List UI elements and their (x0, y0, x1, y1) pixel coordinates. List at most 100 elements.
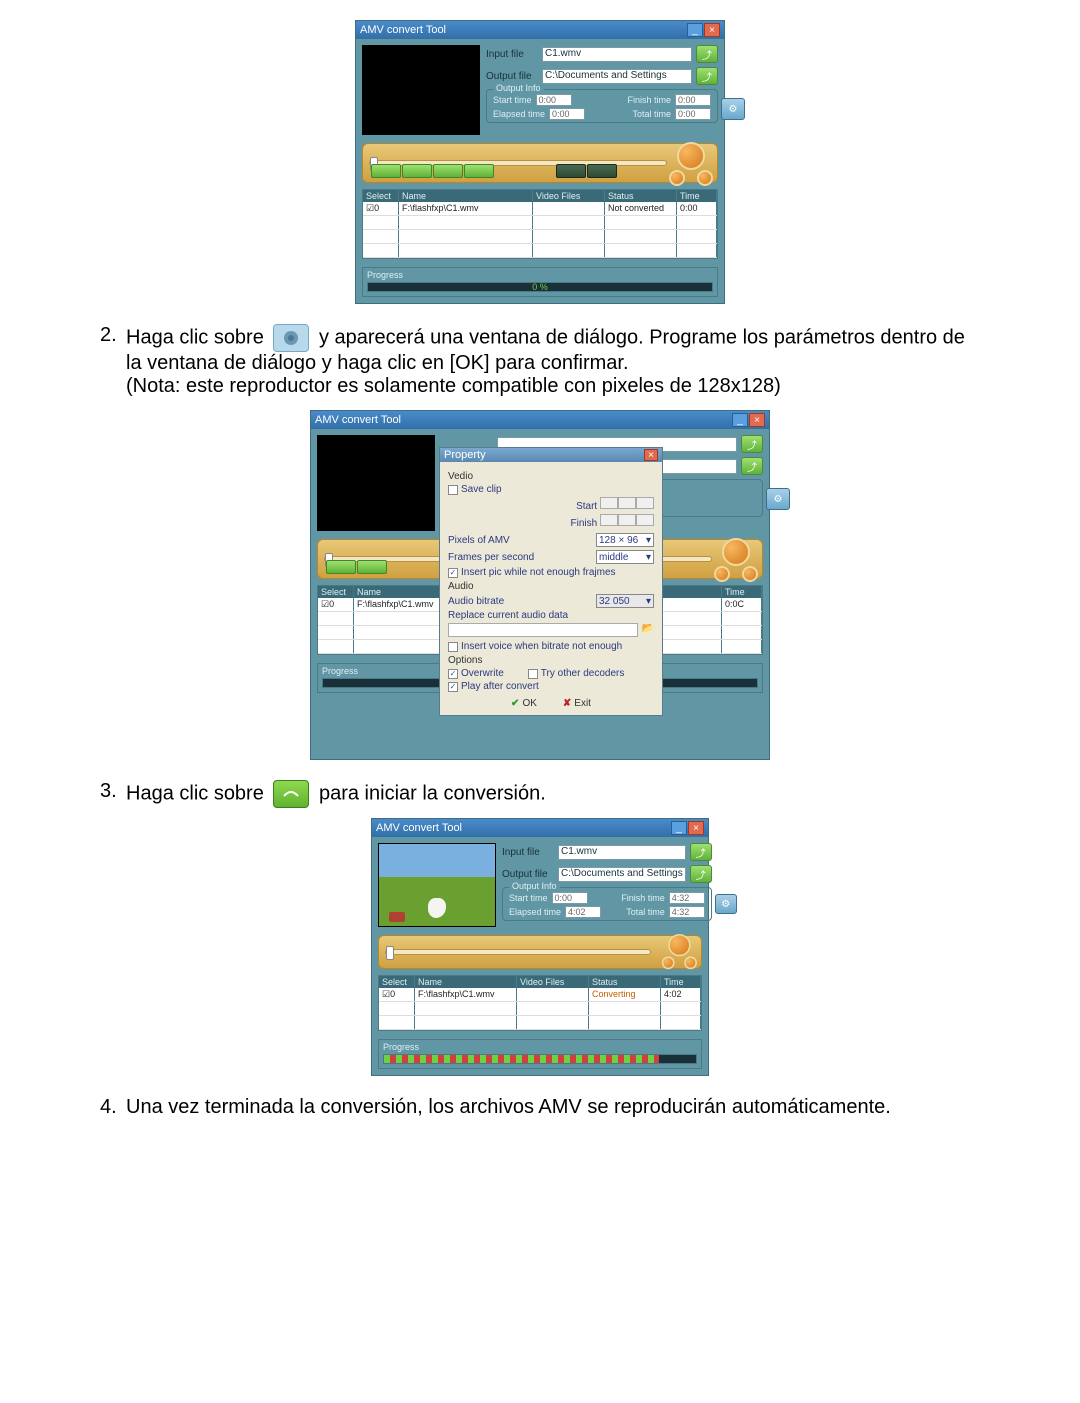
save-clip-checkbox[interactable] (448, 485, 458, 495)
step-number: 2. (100, 324, 126, 398)
video-preview (317, 435, 435, 531)
output-file-field[interactable]: C:\Documents and Settings (542, 69, 692, 84)
close-button[interactable]: × (688, 821, 704, 835)
play-button[interactable] (677, 142, 705, 170)
col-video-files: Video Files (533, 190, 605, 202)
start-time-value: 0:00 (536, 94, 572, 106)
convert-button[interactable] (556, 164, 586, 178)
next-button[interactable] (684, 956, 697, 969)
prev-button[interactable] (669, 170, 685, 186)
file-list: Select Name Video Files Status Time ☑0 F… (362, 189, 718, 259)
insert-voice-checkbox[interactable] (448, 642, 458, 652)
titlebar: AMV convert Tool _ × (356, 21, 724, 39)
timeline-slider[interactable] (362, 143, 718, 183)
fps-select[interactable]: middle▾ (596, 550, 654, 564)
video-preview (378, 843, 496, 927)
table-row (363, 244, 717, 258)
table-row (363, 216, 717, 230)
browse-output-button[interactable]: ⤴ (690, 865, 712, 883)
prev-button[interactable] (662, 956, 675, 969)
close-button[interactable]: × (749, 413, 765, 427)
browse-input-button[interactable]: ⤴ (690, 843, 712, 861)
window-title: AMV convert Tool (360, 24, 446, 36)
output-file-field[interactable]: C:\Documents and Settings (558, 867, 686, 882)
col-status: Status (605, 190, 677, 202)
play-button[interactable] (722, 538, 750, 566)
section-options: Options (448, 655, 654, 666)
input-file-field[interactable]: C1.wmv (542, 47, 692, 62)
minimize-button[interactable]: _ (671, 821, 687, 835)
insert-pic-checkbox[interactable]: ✓ (448, 568, 458, 578)
step-text: Una vez terminada la conversión, los arc… (126, 1096, 980, 1119)
bitrate-select[interactable]: 32 050▾ (596, 594, 654, 608)
toolbar-btn-1[interactable] (371, 164, 401, 178)
try-other-checkbox[interactable] (528, 669, 538, 679)
step-number: 4. (100, 1096, 126, 1119)
toolbar-btn[interactable] (326, 560, 356, 574)
col-name: Name (399, 190, 533, 202)
minimize-button[interactable]: _ (687, 23, 703, 37)
browse-input-button[interactable]: ⤴ (696, 45, 718, 63)
settings-icon (273, 324, 309, 352)
input-file-field[interactable]: C1.wmv (558, 845, 686, 860)
next-button[interactable] (742, 566, 758, 582)
start-ss[interactable] (636, 497, 654, 509)
start-mm[interactable] (618, 497, 636, 509)
settings-button[interactable]: ⚙ (721, 98, 745, 120)
amv-window-3: AMV convert Tool _ × Input fileC1.wmv⤴ O… (371, 818, 709, 1076)
pixels-select[interactable]: 128 × 96▾ (596, 533, 654, 547)
step-text: Haga clic sobre (126, 782, 264, 804)
step-3: 3. Haga clic sobre para iniciar la conve… (100, 780, 980, 808)
total-label: Total time (632, 109, 671, 119)
input-file-label: Input file (486, 49, 542, 60)
dialog-title: Property (444, 449, 486, 461)
toolbar-btn-4[interactable] (464, 164, 494, 178)
settings-button[interactable]: ⚙ (715, 894, 737, 914)
progress-label: Progress (367, 270, 713, 280)
video-preview (362, 45, 480, 135)
progress-bar (383, 1054, 697, 1064)
col-time: Time (677, 190, 717, 202)
finish-ss[interactable] (636, 514, 654, 526)
browse-output-button[interactable]: ⤴ (696, 67, 718, 85)
amv-window-2: AMV convert Tool _ × ⤴ ⤴ ⚙ (310, 410, 770, 760)
finish-time-label: Finish time (627, 95, 671, 105)
convert-icon (273, 780, 309, 808)
toolbar-btn-3[interactable] (433, 164, 463, 178)
finish-time-value: 0:00 (675, 94, 711, 106)
browse-output-button[interactable]: ⤴ (741, 457, 763, 475)
toolbar-btn[interactable] (357, 560, 387, 574)
prev-button[interactable] (714, 566, 730, 582)
overwrite-checkbox[interactable]: ✓ (448, 669, 458, 679)
window-title: AMV convert Tool (315, 414, 401, 426)
finish-mm[interactable] (618, 514, 636, 526)
step-text: para iniciar la conversión. (319, 782, 546, 804)
section-audio: Audio (448, 581, 654, 592)
browse-audio-icon[interactable]: 📂 (642, 623, 654, 637)
audio-path-field[interactable] (448, 623, 638, 637)
dialog-close-button[interactable]: × (644, 449, 658, 461)
step-4: 4. Una vez terminada la conversión, los … (100, 1096, 980, 1119)
settings-button[interactable]: ⚙ (766, 488, 790, 510)
start-hh[interactable] (600, 497, 618, 509)
window-title: AMV convert Tool (376, 822, 462, 834)
close-button[interactable]: × (704, 23, 720, 37)
table-row[interactable]: ☑0 F:\flashfxp\C1.wmv Not converted 0:00 (363, 202, 717, 216)
elapsed-value: 0:00 (549, 108, 585, 120)
elapsed-label: Elapsed time (493, 109, 545, 119)
play-button[interactable] (668, 934, 690, 956)
timeline-slider[interactable] (378, 935, 702, 969)
table-row (363, 230, 717, 244)
browse-input-button[interactable]: ⤴ (741, 435, 763, 453)
ok-button[interactable]: ✔OK (511, 698, 537, 709)
stop-button[interactable] (587, 164, 617, 178)
exit-button[interactable]: ✘Exit (563, 698, 591, 709)
finish-hh[interactable] (600, 514, 618, 526)
toolbar-btn-2[interactable] (402, 164, 432, 178)
table-row[interactable]: ☑0 F:\flashfxp\C1.wmv Converting 4:02 (379, 988, 701, 1002)
next-button[interactable] (697, 170, 713, 186)
play-after-checkbox[interactable]: ✓ (448, 682, 458, 692)
step-2: 2. Haga clic sobre y aparecerá una venta… (100, 324, 980, 398)
progress-pct: 0 % (532, 282, 548, 292)
minimize-button[interactable]: _ (732, 413, 748, 427)
